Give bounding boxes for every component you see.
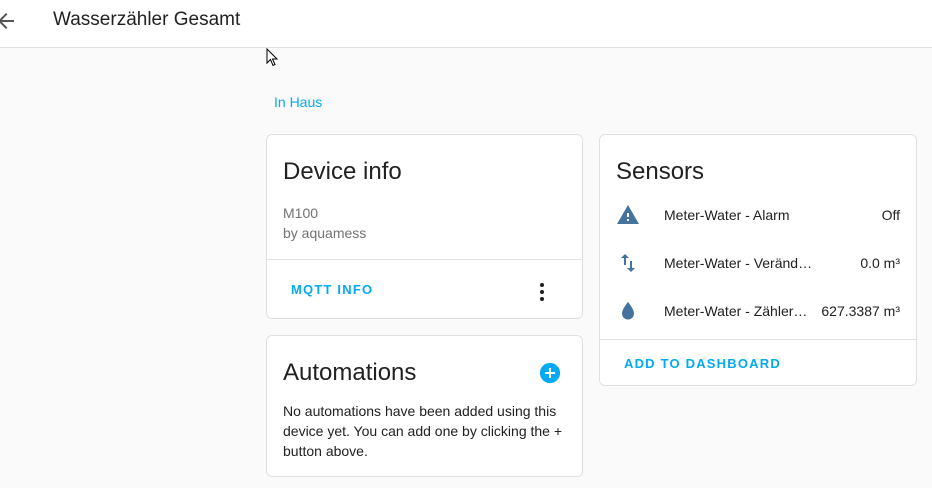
sensors-title: Sensors xyxy=(616,158,705,185)
sensor-value: Off xyxy=(881,207,900,223)
sensors-card: Sensors Meter-Water - Alarm Off Meter-Wa… xyxy=(599,134,917,386)
back-arrow-icon[interactable] xyxy=(0,9,18,33)
card-divider xyxy=(600,339,916,340)
sensor-value: 0.0 m³ xyxy=(860,255,900,271)
card-divider xyxy=(267,259,582,260)
device-info-title: Device info xyxy=(283,158,402,185)
swap-vertical-icon xyxy=(621,254,635,272)
sensor-value: 627.3387 m³ xyxy=(821,303,900,319)
device-info-card: Device info M100 by aquamess MQTT INFO xyxy=(266,134,583,319)
sensor-row-alarm[interactable]: Meter-Water - Alarm Off xyxy=(600,195,916,235)
more-vert-icon[interactable] xyxy=(530,280,554,304)
area-link[interactable]: In Haus xyxy=(274,94,322,110)
sensor-name: Meter-Water - Alarm xyxy=(664,207,790,223)
automations-card: Automations No automations have been add… xyxy=(266,335,583,477)
sensor-row-zaehlerstand[interactable]: Meter-Water - Zählers… 627.3387 m³ xyxy=(600,291,916,331)
page-title: Wasserzähler Gesamt xyxy=(53,9,241,30)
device-manufacturer: by aquamess xyxy=(283,225,367,241)
add-to-dashboard-button[interactable]: ADD TO DASHBOARD xyxy=(624,356,781,371)
sensor-name: Meter-Water - Veränderung xyxy=(664,255,814,271)
automations-empty-text: No automations have been added using thi… xyxy=(283,403,563,459)
alert-icon xyxy=(617,205,639,224)
sensor-row-veraenderung[interactable]: Meter-Water - Veränderung 0.0 m³ xyxy=(600,243,916,283)
automations-title: Automations xyxy=(283,359,417,386)
mouse-cursor-icon xyxy=(266,48,279,67)
device-model: M100 xyxy=(283,205,319,221)
top-app-bar: Wasserzähler Gesamt xyxy=(0,0,932,48)
mqtt-info-button[interactable]: MQTT INFO xyxy=(291,282,373,297)
water-drop-icon xyxy=(622,302,634,320)
sensor-name: Meter-Water - Zählers… xyxy=(664,303,814,319)
add-circle-icon[interactable] xyxy=(539,362,561,384)
